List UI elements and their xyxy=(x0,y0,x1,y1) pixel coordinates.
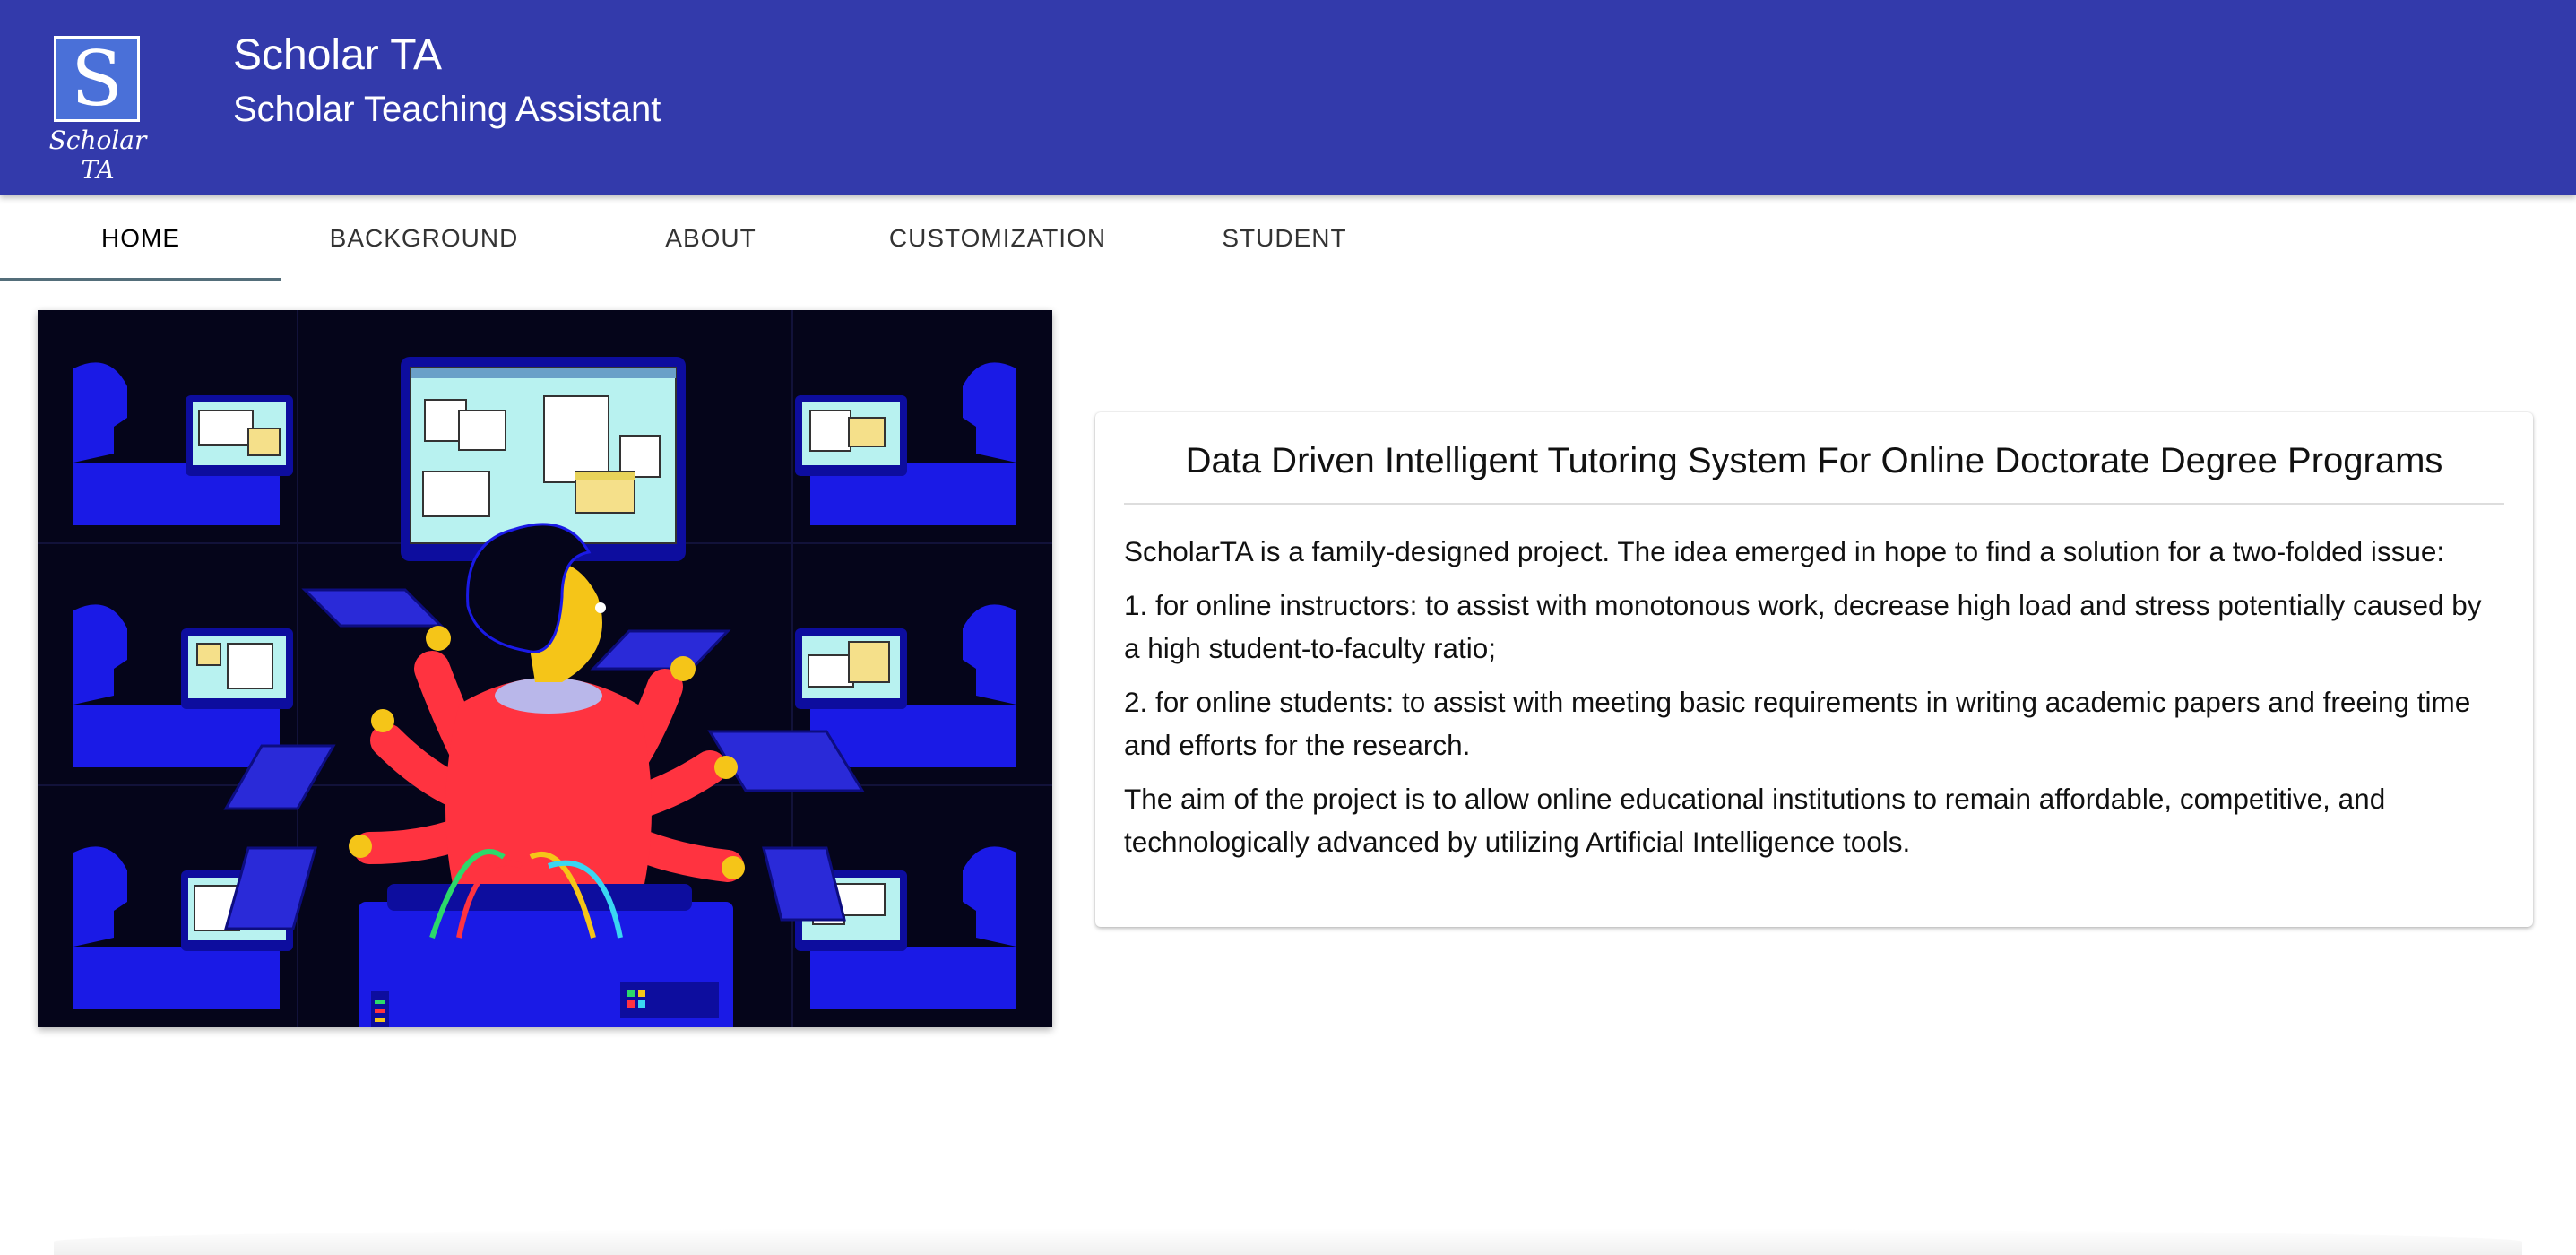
tab-about[interactable]: ABOUT xyxy=(570,195,851,281)
logo-letter: S xyxy=(54,36,140,122)
card-paragraph-aim: The aim of the project is to allow onlin… xyxy=(1124,783,2386,858)
card-title: Data Driven Intelligent Tutoring System … xyxy=(1124,441,2504,505)
app-header: S Scholar TA Scholar TA Scholar Teaching… xyxy=(0,0,2576,195)
app-title: Scholar TA xyxy=(233,31,442,79)
card-paragraph-students: 2. for online students: to assist with m… xyxy=(1124,686,2471,761)
active-tab-indicator xyxy=(0,278,281,281)
logo-caption: Scholar TA xyxy=(48,126,147,185)
card-paragraph-instructors: 1. for online instructors: to assist wit… xyxy=(1124,589,2482,664)
app-subtitle: Scholar Teaching Assistant xyxy=(233,90,661,129)
tab-home[interactable]: HOME xyxy=(0,195,281,281)
logo[interactable]: S Scholar TA xyxy=(30,32,165,185)
footer-shadow xyxy=(54,1228,2522,1255)
card-paragraph-intro: ScholarTA is a family-designed project. … xyxy=(1124,535,2445,567)
hero-illustration xyxy=(38,310,1052,1027)
hero-illustration-svg xyxy=(38,310,1052,1027)
tab-background[interactable]: BACKGROUND xyxy=(283,195,565,281)
nav-tabs: HOME BACKGROUND ABOUT CUSTOMIZATION STUD… xyxy=(0,195,2576,281)
tab-customization[interactable]: CUSTOMIZATION xyxy=(857,195,1138,281)
tab-student[interactable]: STUDENT xyxy=(1144,195,1425,281)
intro-card: Data Driven Intelligent Tutoring System … xyxy=(1095,412,2533,927)
